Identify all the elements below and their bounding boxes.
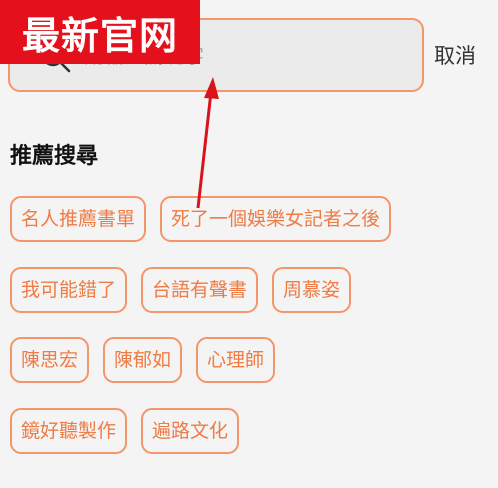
tag-chip[interactable]: 我可能錯了 (10, 267, 128, 313)
tag-chip[interactable]: 陳郁如 (103, 337, 183, 383)
watermark-text: 最新官网 (21, 13, 178, 58)
tag-chip[interactable]: 鏡好聽製作 (10, 408, 128, 454)
tag-row: 我可能錯了 台語有聲書 周慕姿 (10, 267, 352, 313)
tag-chip[interactable]: 遍路文化 (141, 408, 240, 454)
cancel-button[interactable]: 取消 (434, 40, 476, 70)
tag-chip[interactable]: 名人推薦書單 (10, 196, 147, 242)
watermark-banner: 最新官网 (0, 0, 200, 64)
tag-chip[interactable]: 台語有聲書 (141, 267, 259, 313)
recommended-search-title: 推薦搜尋 (10, 144, 99, 169)
tag-row: 陳思宏 陳郁如 心理師 (10, 337, 276, 383)
tag-chip[interactable]: 周慕姿 (272, 267, 352, 313)
tag-row: 名人推薦書單 死了一個娛樂女記者之後 (10, 196, 392, 242)
tag-chip[interactable]: 陳思宏 (10, 337, 90, 383)
tag-row: 鏡好聽製作 遍路文化 (10, 408, 240, 454)
tag-chip[interactable]: 心理師 (196, 337, 276, 383)
tag-chip[interactable]: 死了一個娛樂女記者之後 (160, 196, 392, 242)
